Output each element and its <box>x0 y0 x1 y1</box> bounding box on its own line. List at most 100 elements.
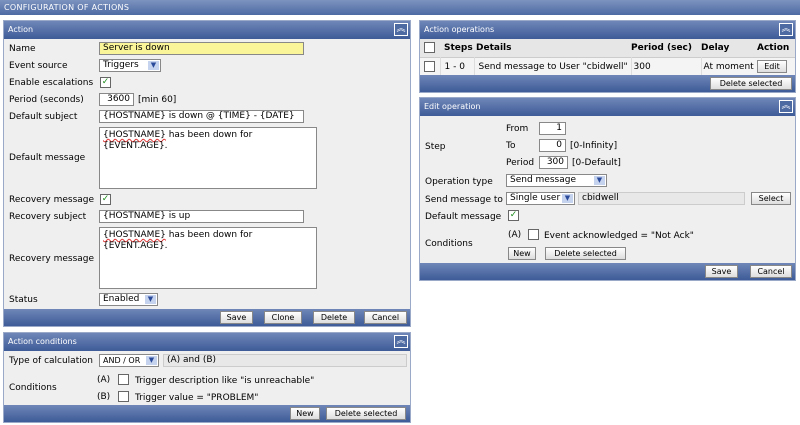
conditions-panel: Action conditions ︽ Type of calculation A… <box>3 332 411 423</box>
condition-tag: (B) <box>97 392 111 402</box>
event-source-select[interactable]: Triggers ▼ <box>99 59 161 72</box>
condition-tag: (A) <box>508 230 522 240</box>
chevron-down-icon: ▼ <box>594 176 605 185</box>
panel-title: Action conditions <box>8 337 77 346</box>
operations-footer: Delete selected <box>420 75 795 92</box>
user-field: cbidwell <box>578 192 745 205</box>
period-label: Period <box>506 158 535 168</box>
conditions-header: Action conditions ︽ <box>4 333 410 351</box>
recovery-check-label: Recovery message <box>9 195 95 205</box>
collapse-icon[interactable]: ︽ <box>394 23 408 36</box>
recovery-message-textarea[interactable]: {HOSTNAME} has been down for {EVENT.AGE}… <box>99 227 317 289</box>
calc-select[interactable]: AND / OR ▼ <box>99 354 159 367</box>
condition-text: Trigger value = "PROBLEM" <box>135 393 259 403</box>
delete-selected-button[interactable]: Delete selected <box>545 247 626 260</box>
operations-panel: Action operations ︽ Steps Details Period … <box>419 20 796 93</box>
recovery-checkbox[interactable]: ✓ <box>100 194 111 205</box>
period-input[interactable]: 300 <box>539 156 568 169</box>
status-label: Status <box>9 295 38 305</box>
col-steps: Steps <box>444 42 473 53</box>
operation-type-label: Operation type <box>425 177 493 187</box>
status-select[interactable]: Enabled ▼ <box>99 293 158 306</box>
col-action: Action <box>757 42 790 53</box>
condition-text: Event acknowledged = "Not Ack" <box>544 231 694 241</box>
default-message-textarea[interactable]: {HOSTNAME} has been down for {EVENT.AGE}… <box>99 127 317 189</box>
cancel-button[interactable]: Cancel <box>364 311 407 324</box>
edit-button[interactable]: Edit <box>757 60 787 74</box>
save-button[interactable]: Save <box>705 265 738 278</box>
default-subject-input[interactable]: {HOSTNAME} is down @ {TIME} - {DATE} <box>99 110 304 123</box>
period-label: Period (seconds) <box>9 95 84 105</box>
select-all-checkbox[interactable] <box>424 42 435 54</box>
edit-operation-footer: Save Cancel <box>420 263 795 280</box>
chevron-down-icon: ▼ <box>146 356 157 365</box>
conditions-footer: New Delete selected <box>4 405 410 422</box>
period-input[interactable]: 3600 <box>99 93 134 106</box>
to-label: To <box>506 141 516 151</box>
row-select-cell <box>420 57 441 76</box>
collapse-icon[interactable]: ︽ <box>779 23 793 36</box>
conditions-label: Conditions <box>9 383 57 393</box>
select-value: Enabled <box>103 294 140 304</box>
row-steps: 1 - 0 <box>440 57 475 76</box>
chevron-down-icon: ▼ <box>145 295 156 304</box>
to-input[interactable]: 0 <box>539 139 566 152</box>
condition-text: Trigger description like "is unreachable… <box>135 376 315 386</box>
from-label: From <box>506 124 529 134</box>
select-all-cell <box>420 39 440 57</box>
col-delay: Delay <box>701 42 730 53</box>
select-user-button[interactable]: Select <box>751 192 791 205</box>
col-period: Period (sec) <box>631 42 693 53</box>
delete-selected-operations-button[interactable]: Delete selected <box>710 77 792 90</box>
select-value: Triggers <box>103 60 139 70</box>
recovery-subject-label: Recovery subject <box>9 212 87 222</box>
select-value: Single user <box>510 193 561 203</box>
condition-checkbox[interactable] <box>118 374 129 385</box>
escalations-checkbox[interactable]: ✓ <box>100 77 111 88</box>
from-input[interactable]: 1 <box>539 122 566 135</box>
recovery-subject-input[interactable]: {HOSTNAME} is up <box>99 210 304 223</box>
operation-type-select[interactable]: Send message ▼ <box>506 174 607 187</box>
chevron-down-icon: ▼ <box>562 194 573 203</box>
calc-expression: (A) and (B) <box>163 354 407 367</box>
panel-title: Action <box>8 25 34 34</box>
send-to-select[interactable]: Single user ▼ <box>506 192 575 205</box>
row-delay: At moment <box>703 61 754 72</box>
delete-button[interactable]: Delete <box>313 311 355 324</box>
name-input[interactable]: Server is down <box>99 42 304 55</box>
cancel-button[interactable]: Cancel <box>750 265 792 278</box>
condition-checkbox[interactable] <box>118 391 129 402</box>
row-details: Send message to User "cbidwell" <box>474 57 632 76</box>
chevron-down-icon: ▼ <box>148 61 159 70</box>
row-action-cell: Edit <box>757 57 795 76</box>
event-source-label: Event source <box>9 61 68 71</box>
escalations-label: Enable escalations <box>9 78 94 88</box>
send-to-label: Send message to <box>425 195 503 205</box>
spellcheck-word: {HOSTNAME} <box>103 130 166 140</box>
select-value: AND / OR <box>103 356 141 365</box>
table-header: Steps Details Period (sec) Delay Action <box>420 39 795 57</box>
delete-selected-conditions-button[interactable]: Delete selected <box>326 407 406 420</box>
save-button[interactable]: Save <box>220 311 253 324</box>
action-panel-header: Action ︽ <box>4 21 410 39</box>
new-condition-button[interactable]: New <box>508 247 536 260</box>
default-message-label: Default message <box>9 153 86 163</box>
calc-label: Type of calculation <box>9 356 93 366</box>
row-checkbox[interactable] <box>424 61 435 73</box>
select-value: Send message <box>510 175 576 185</box>
default-message-checkbox[interactable]: ✓ <box>508 210 519 221</box>
condition-tag: (A) <box>97 375 111 385</box>
operations-header: Action operations ︽ <box>420 21 795 39</box>
collapse-icon[interactable]: ︽ <box>779 100 793 113</box>
collapse-icon[interactable]: ︽ <box>394 335 408 348</box>
clone-button[interactable]: Clone <box>264 311 302 324</box>
panel-title: Action operations <box>424 25 495 34</box>
panel-title: Edit operation <box>424 102 481 111</box>
new-condition-button[interactable]: New <box>290 407 320 420</box>
row-period: 300 <box>631 57 702 76</box>
name-label: Name <box>9 44 36 54</box>
action-footer: Save Clone Delete Cancel <box>4 309 410 326</box>
period-hint: [min 60] <box>138 95 177 105</box>
condition-checkbox[interactable] <box>528 229 539 240</box>
to-hint: [0-Infinity] <box>570 141 618 151</box>
